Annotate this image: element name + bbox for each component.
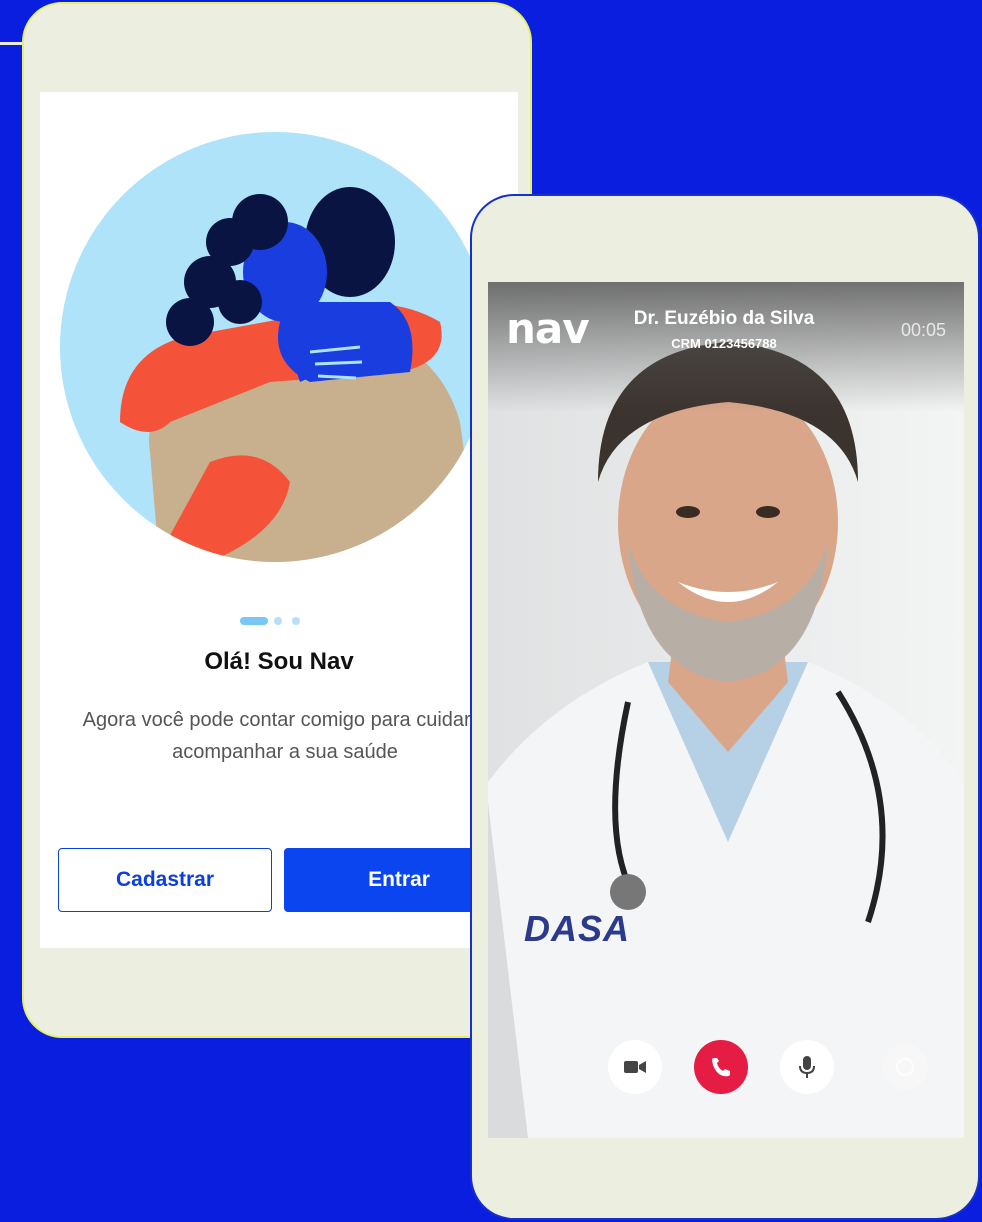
phone-onboarding: Olá! Sou Nav Agora você pode contar comi…	[22, 2, 532, 1038]
video-camera-icon	[624, 1061, 646, 1073]
onboarding-title: Olá! Sou Nav	[204, 648, 354, 675]
microphone-icon	[799, 1056, 815, 1078]
phone-video-call: nav Dr. Euzébio da Silva CRM 0123456788 …	[470, 194, 980, 1220]
onboarding-description: Agora você pode contar comigo para cuida…	[82, 709, 488, 763]
switch-camera-icon	[896, 1058, 914, 1076]
call-timer: 00:05	[900, 320, 946, 340]
register-button[interactable]: Cadastrar	[58, 848, 272, 912]
toggle-microphone-button[interactable]	[780, 1040, 834, 1094]
switch-camera-button[interactable]	[882, 1044, 928, 1090]
pagination-dot[interactable]	[292, 617, 300, 625]
video-call-screen: nav Dr. Euzébio da Silva CRM 0123456788 …	[488, 282, 964, 1138]
end-call-icon	[712, 1058, 730, 1077]
pagination-dot-active[interactable]	[240, 617, 268, 625]
nav-logo: nav	[506, 304, 590, 353]
onboarding-screen: Olá! Sou Nav Agora você pode contar comi…	[40, 92, 518, 948]
pagination-dot[interactable]	[274, 617, 282, 625]
doctor-name: Dr. Euzébio da Silva	[633, 308, 815, 329]
toggle-video-button[interactable]	[608, 1040, 662, 1094]
dasa-coat-logo: DASA	[524, 908, 631, 949]
hug-illustration	[60, 132, 490, 562]
end-call-button[interactable]	[694, 1040, 748, 1094]
doctor-crm: CRM 0123456788	[671, 336, 777, 351]
